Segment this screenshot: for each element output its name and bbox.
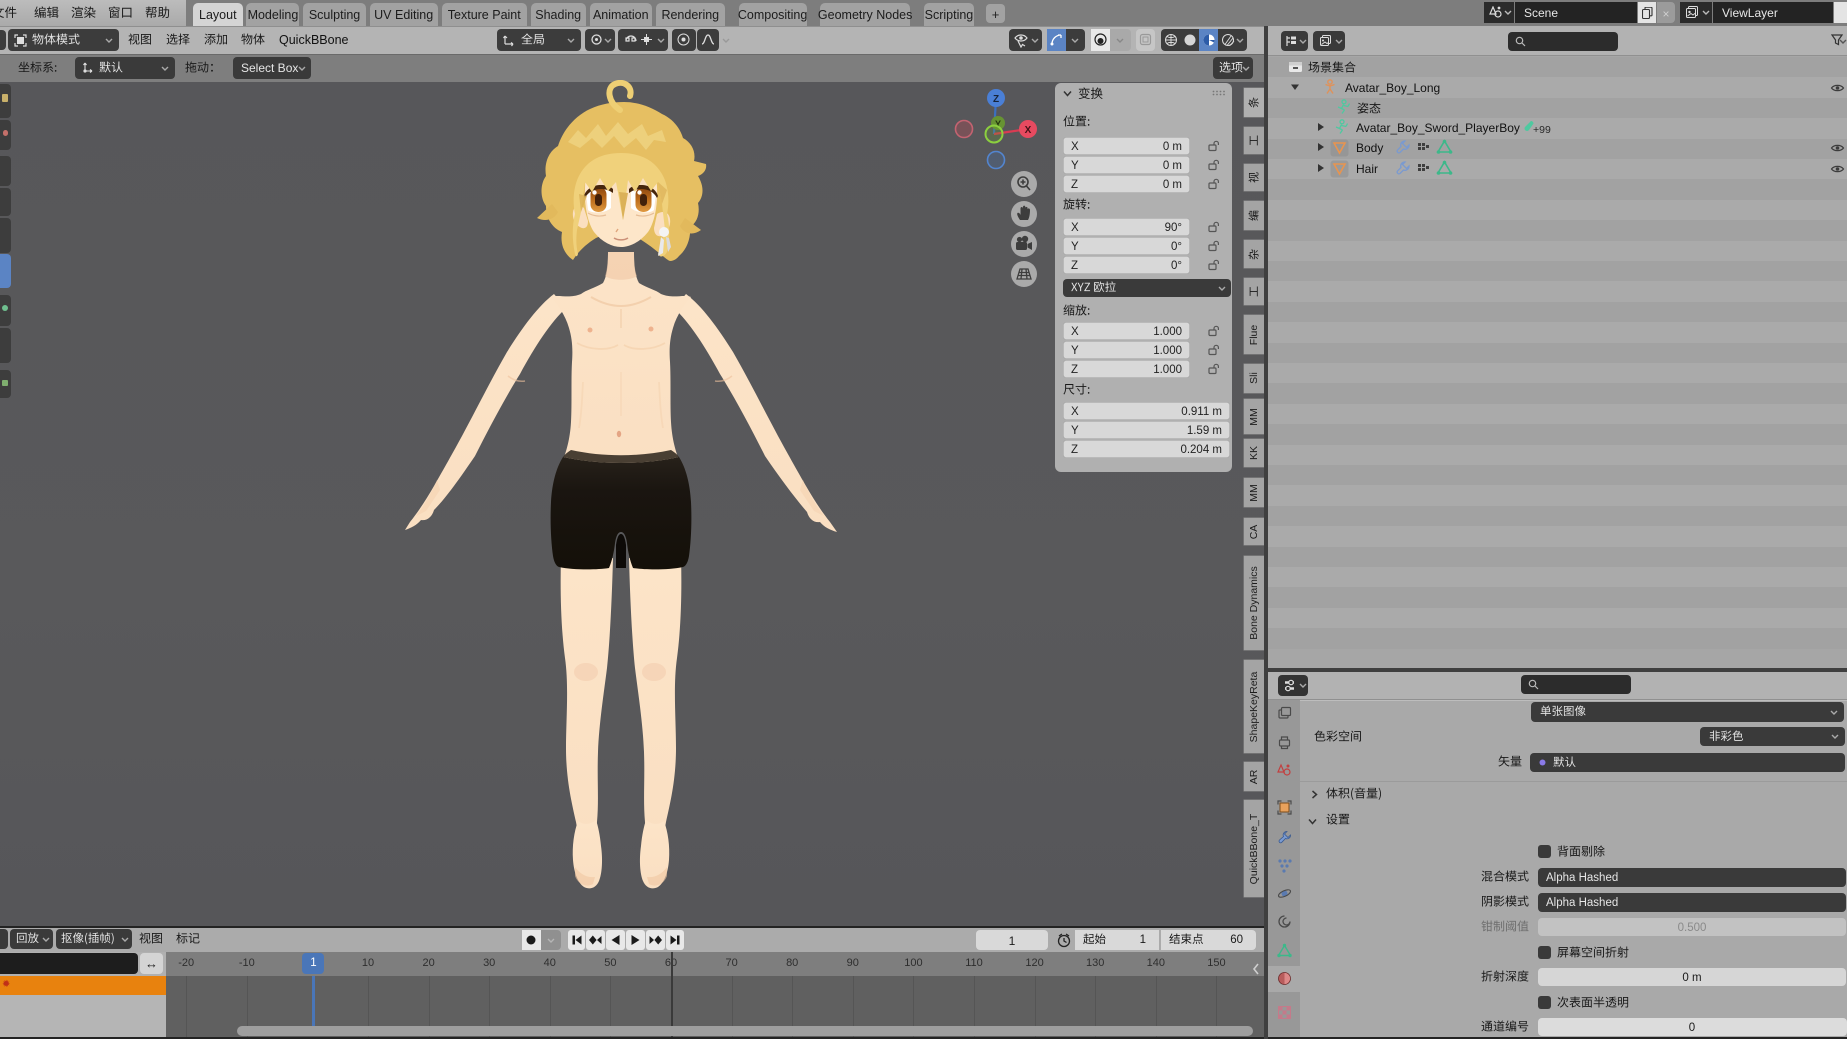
svg-text:Z: Z bbox=[993, 94, 999, 105]
svg-text:X: X bbox=[1025, 125, 1032, 136]
